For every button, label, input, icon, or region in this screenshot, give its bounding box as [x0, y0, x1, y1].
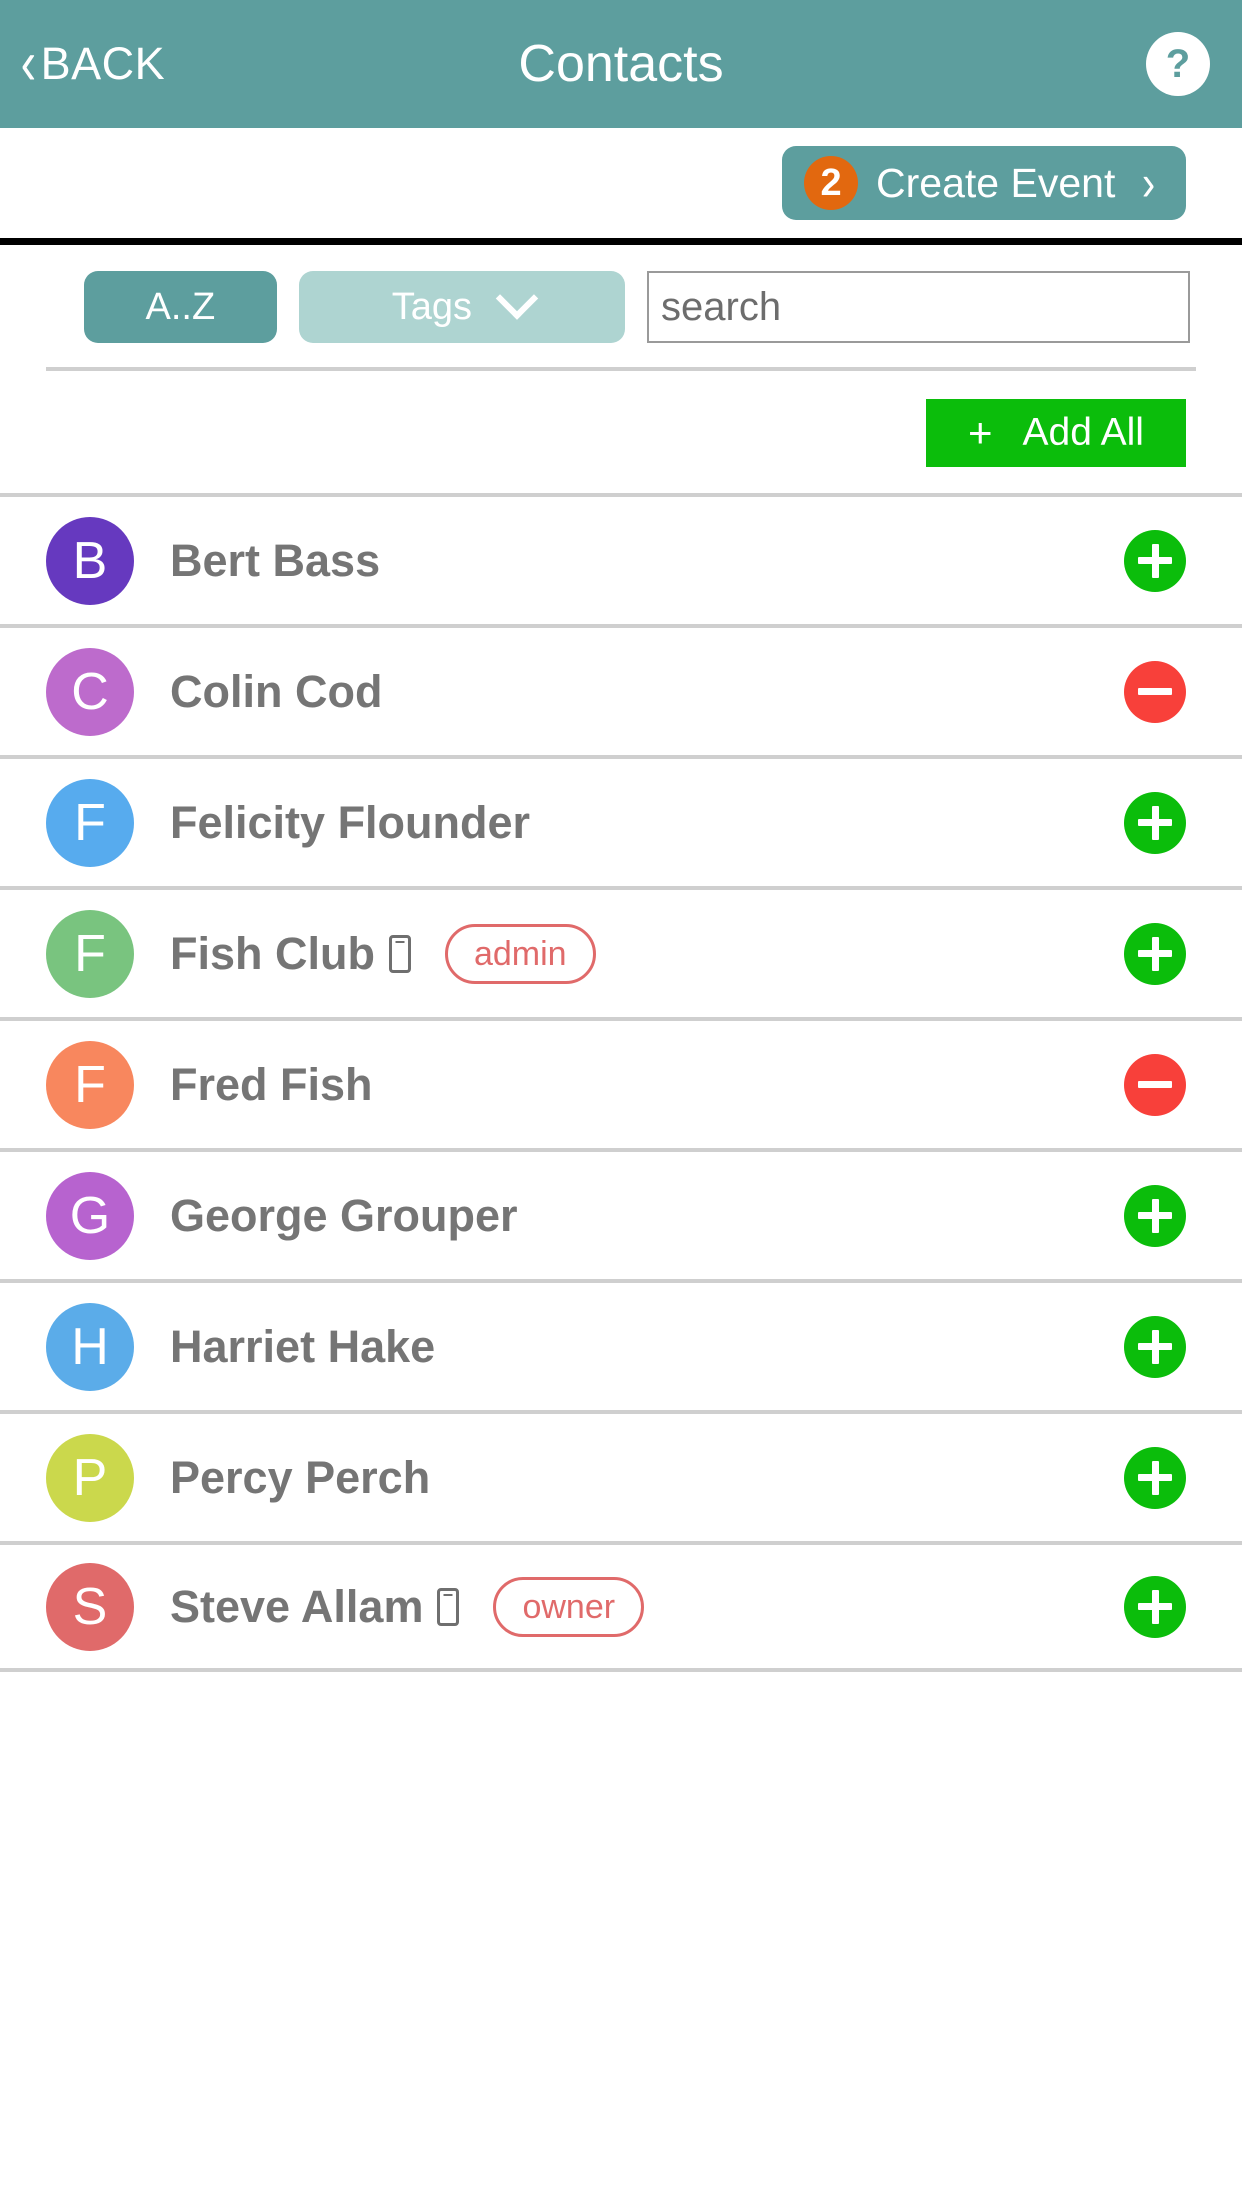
add-all-label: Add All	[1022, 411, 1144, 454]
contact-row[interactable]: F Fish Club admin	[0, 886, 1242, 1017]
contact-name: Felicity Flounder	[170, 796, 531, 848]
create-event-strip: 2 Create Event ›	[0, 128, 1242, 238]
contact-name: Bert Bass	[170, 534, 381, 586]
back-button-label: BACK	[40, 38, 166, 89]
contact-row[interactable]: C Colin Cod	[0, 624, 1242, 755]
icon-bar-vertical	[1151, 1198, 1159, 1233]
remove-contact-icon[interactable]	[1124, 660, 1186, 723]
create-event-label: Create Event	[876, 159, 1116, 206]
add-contact-icon[interactable]	[1124, 1184, 1186, 1247]
icon-bar-horizontal	[1138, 688, 1172, 695]
avatar: F	[46, 1040, 134, 1129]
contact-row[interactable]: F Fred Fish	[0, 1017, 1242, 1148]
contact-name: Percy Perch	[170, 1451, 431, 1503]
chevron-down-icon	[495, 277, 539, 320]
contact-row[interactable]: G George Grouper	[0, 1148, 1242, 1279]
contact-row[interactable]: F Felicity Flounder	[0, 755, 1242, 886]
section-divider	[0, 238, 1242, 245]
help-icon[interactable]: ?	[1146, 32, 1210, 96]
filter-toolbar: A..Z Tags	[0, 245, 1242, 367]
contact-name: George Grouper	[170, 1189, 518, 1241]
mobile-phone-icon	[437, 1587, 460, 1626]
create-event-button[interactable]: 2 Create Event ›	[782, 146, 1186, 220]
contact-row[interactable]: B Bert Bass	[0, 493, 1242, 624]
add-contact-icon[interactable]	[1124, 922, 1186, 985]
tags-filter-label: Tags	[391, 285, 473, 328]
icon-bar-vertical	[1151, 936, 1159, 971]
add-contact-icon[interactable]	[1124, 1446, 1186, 1509]
avatar: B	[46, 516, 134, 605]
contact-name: Steve Allam	[170, 1580, 424, 1632]
contact-name: Fred Fish	[170, 1058, 373, 1110]
app-header: ‹ BACK Contacts ?	[0, 0, 1242, 128]
icon-bar-vertical	[1151, 1589, 1159, 1624]
add-all-row: + Add All	[0, 371, 1242, 493]
page-title: Contacts	[518, 35, 724, 93]
avatar: G	[46, 1171, 134, 1260]
icon-bar-vertical	[1151, 805, 1159, 840]
avatar: P	[46, 1433, 134, 1522]
back-button[interactable]: ‹ BACK	[18, 0, 165, 128]
add-all-button[interactable]: + Add All	[926, 399, 1186, 467]
chevron-left-icon: ‹	[20, 29, 37, 98]
icon-bar-vertical	[1151, 543, 1159, 578]
help-button-label: ?	[1165, 41, 1191, 86]
add-contact-icon[interactable]	[1124, 1575, 1186, 1638]
add-contact-icon[interactable]	[1124, 791, 1186, 854]
add-contact-icon[interactable]	[1124, 1315, 1186, 1378]
contact-list: B Bert Bass C Colin Cod F Felicity Flounder F F…	[0, 493, 1242, 1672]
icon-bar-horizontal	[1138, 1081, 1172, 1088]
sort-az-label: A..Z	[145, 285, 216, 328]
chevron-right-icon: ›	[1142, 155, 1156, 211]
contact-name: Harriet Hake	[170, 1320, 436, 1372]
avatar: S	[46, 1562, 134, 1651]
avatar: F	[46, 778, 134, 867]
avatar: C	[46, 647, 134, 736]
role-badge: admin	[444, 923, 596, 984]
add-contact-icon[interactable]	[1124, 529, 1186, 592]
mobile-phone-icon	[388, 934, 411, 973]
contact-row[interactable]: S Steve Allam owner	[0, 1541, 1242, 1672]
avatar: F	[46, 909, 134, 998]
plus-icon: +	[968, 409, 993, 456]
avatar: H	[46, 1302, 134, 1391]
icon-bar-vertical	[1151, 1329, 1159, 1364]
icon-bar-vertical	[1151, 1460, 1159, 1495]
contact-row[interactable]: P Percy Perch	[0, 1410, 1242, 1541]
role-badge: owner	[493, 1576, 645, 1637]
sort-az-button[interactable]: A..Z	[84, 271, 277, 343]
remove-contact-icon[interactable]	[1124, 1053, 1186, 1116]
search-input[interactable]	[647, 271, 1190, 343]
selected-count-badge: 2	[804, 156, 859, 210]
tags-filter-button[interactable]: Tags	[298, 271, 625, 343]
contact-row[interactable]: H Harriet Hake	[0, 1279, 1242, 1410]
contact-name: Fish Club	[170, 927, 375, 979]
contact-name: Colin Cod	[170, 665, 383, 717]
